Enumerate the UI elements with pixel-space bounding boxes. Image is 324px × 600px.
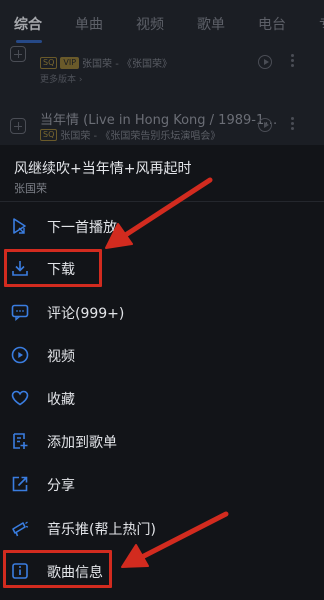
more-dots-icon[interactable] bbox=[291, 117, 295, 131]
share-icon bbox=[10, 474, 30, 494]
active-tab-indicator bbox=[16, 40, 42, 43]
sq-badge: SQ bbox=[40, 128, 58, 141]
menu-item-label: 添加到歌单 bbox=[47, 435, 117, 451]
video-icon bbox=[10, 345, 30, 365]
song-meta: SQ VIP 张国荣 - 《张国荣》 bbox=[40, 55, 172, 70]
promote-icon bbox=[10, 518, 30, 538]
song-action-sheet: 风继续吹+当年情+风再起时 张国荣 下一首播放 下载 评论(999+) 视频 收… bbox=[0, 145, 324, 600]
menu-item-label: 音乐推(帮上热门) bbox=[47, 522, 156, 538]
tab-all[interactable]: 综合 bbox=[14, 14, 42, 34]
artist-album: 张国荣 - 《张国荣告别乐坛演唱会》 bbox=[60, 131, 221, 142]
tab-songs[interactable]: 单曲 bbox=[75, 14, 103, 34]
more-dots-icon[interactable] bbox=[291, 54, 295, 68]
highlight-download-box bbox=[4, 249, 102, 287]
song-title: 当年情 (Live in Hong Kong / 1989-1… bbox=[40, 113, 278, 128]
tab-radio[interactable]: 电台 bbox=[258, 14, 286, 34]
comment-icon bbox=[10, 302, 30, 322]
menu-item-promote[interactable]: 音乐推(帮上热门) bbox=[0, 510, 324, 546]
menu-item-label: 收藏 bbox=[47, 392, 75, 408]
tab-playlists[interactable]: 歌单 bbox=[197, 14, 225, 34]
screen: 综合 单曲 视频 歌单 电台 专 SQ VIP 张国荣 - 《张国荣》 更多版本… bbox=[0, 0, 324, 600]
vip-badge: VIP bbox=[60, 56, 80, 69]
play-icon[interactable] bbox=[258, 55, 272, 69]
add-icon[interactable] bbox=[10, 46, 26, 62]
tab-albums[interactable]: 专 bbox=[319, 14, 324, 34]
menu-item-add-to-playlist[interactable]: 添加到歌单 bbox=[0, 423, 324, 459]
add-icon[interactable] bbox=[10, 118, 26, 134]
play-icon[interactable] bbox=[258, 118, 272, 132]
sq-badge: SQ bbox=[40, 56, 58, 69]
menu-item-label: 视频 bbox=[47, 349, 75, 365]
menu-item-play-next[interactable]: 下一首播放 bbox=[0, 208, 324, 244]
song-row[interactable]: 当年情 (Live in Hong Kong / 1989-1… SQ 张国荣 … bbox=[0, 100, 324, 144]
menu-item-label: 评论(999+) bbox=[47, 306, 125, 322]
menu-item-favorite[interactable]: 收藏 bbox=[0, 380, 324, 416]
menu-item-video[interactable]: 视频 bbox=[0, 337, 324, 373]
heart-icon bbox=[10, 388, 30, 408]
menu-item-comments[interactable]: 评论(999+) bbox=[0, 294, 324, 330]
sheet-artist: 张国荣 bbox=[14, 182, 47, 195]
artist-album: 张国荣 - 《张国荣》 bbox=[82, 59, 172, 70]
tab-videos[interactable]: 视频 bbox=[136, 14, 164, 34]
menu-item-label: 下一首播放 bbox=[47, 220, 117, 236]
menu-item-share[interactable]: 分享 bbox=[0, 466, 324, 502]
search-results-background: 综合 单曲 视频 歌单 电台 专 SQ VIP 张国荣 - 《张国荣》 更多版本… bbox=[0, 0, 324, 145]
song-row[interactable]: SQ VIP 张国荣 - 《张国荣》 更多版本 › bbox=[0, 46, 324, 88]
play-next-icon bbox=[10, 216, 30, 236]
menu-item-label: 分享 bbox=[47, 478, 75, 494]
sheet-song-title: 风继续吹+当年情+风再起时 bbox=[14, 161, 192, 177]
search-tabs: 综合 单曲 视频 歌单 电台 专 bbox=[0, 0, 324, 48]
divider bbox=[0, 201, 324, 202]
song-meta: SQ 张国荣 - 《张国荣告别乐坛演唱会》 bbox=[40, 127, 220, 142]
highlight-song-info-box bbox=[3, 550, 112, 588]
add-to-playlist-icon bbox=[10, 431, 30, 451]
more-versions-link[interactable]: 更多版本 › bbox=[40, 72, 82, 85]
